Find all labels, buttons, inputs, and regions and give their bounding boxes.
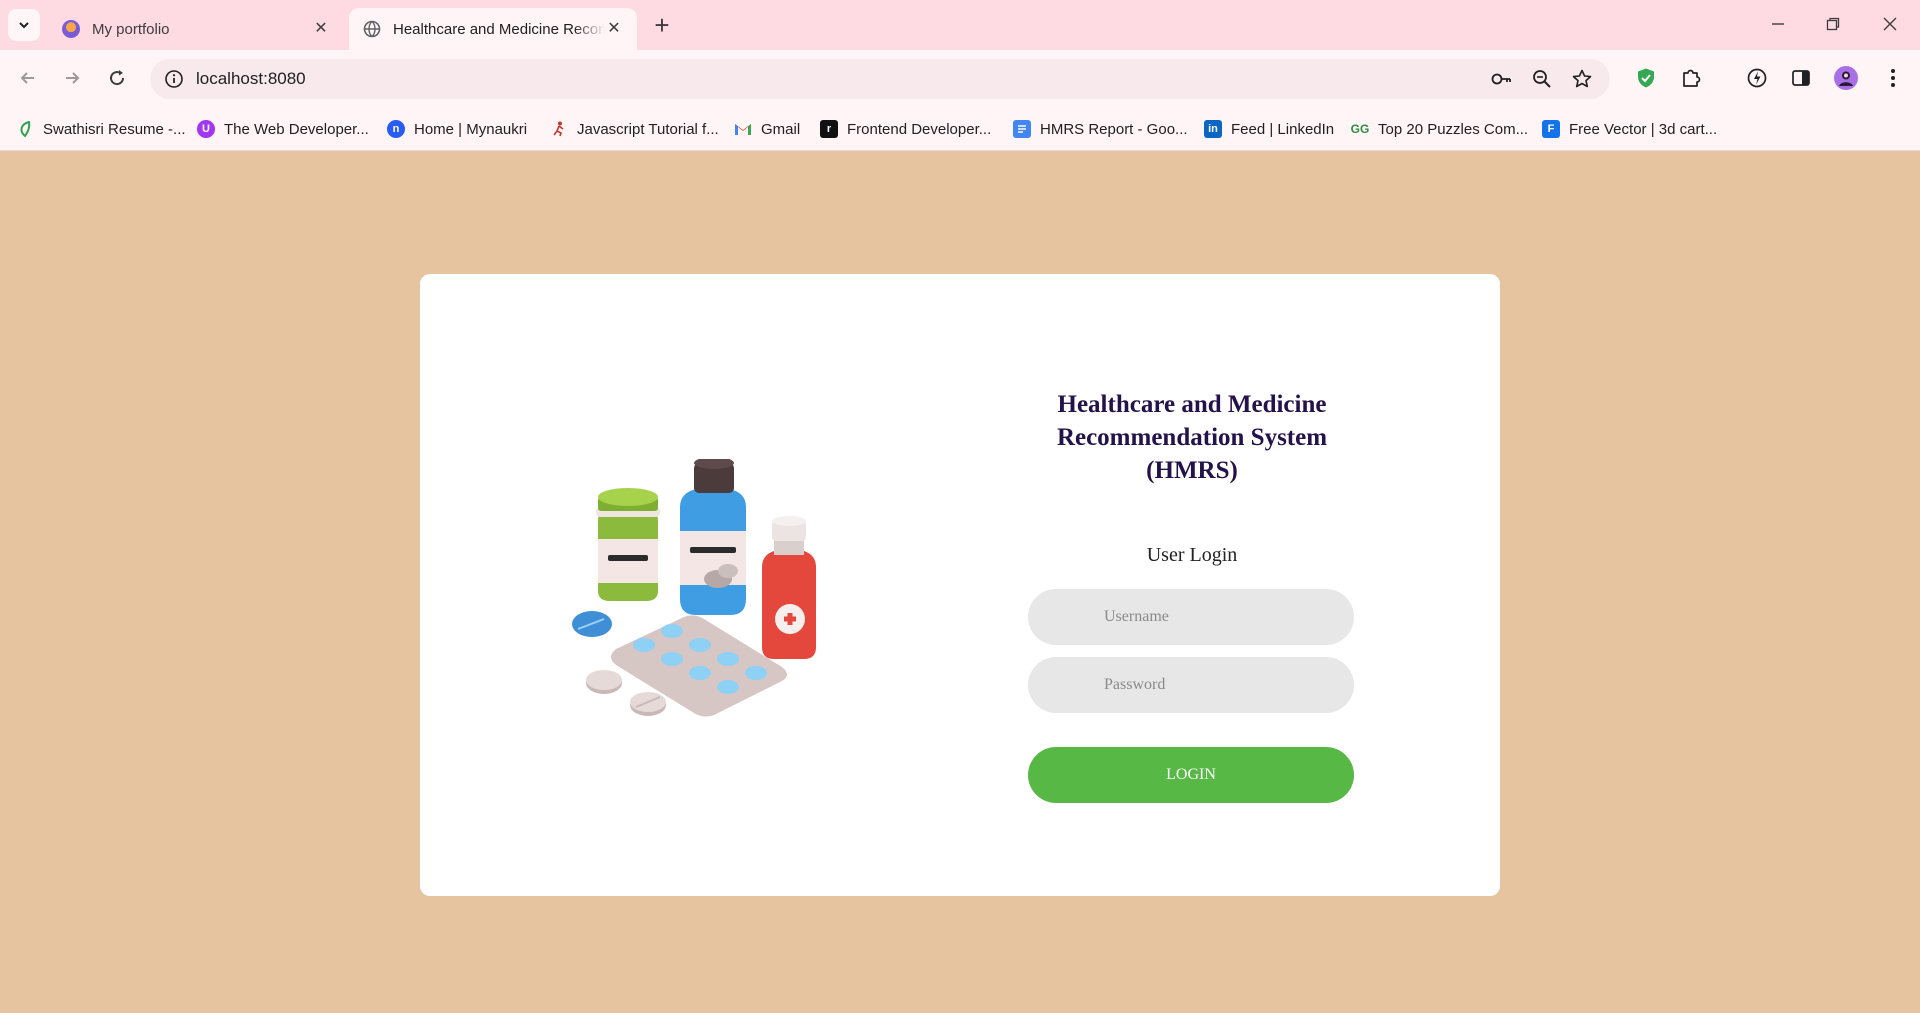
restore-button[interactable]: [1815, 8, 1851, 40]
udemy-icon: U: [197, 120, 215, 138]
tab-title: Healthcare and Medicine Recom: [393, 20, 605, 38]
menu-kebab-icon[interactable]: [1877, 62, 1909, 94]
freepik-icon: F: [1542, 120, 1560, 138]
bookmark-label: Home | Mynaukri: [414, 120, 528, 138]
close-icon: [1883, 17, 1897, 31]
bookmark-item[interactable]: in Feed | LinkedIn: [1204, 118, 1334, 140]
medicine-illustration: [572, 459, 816, 717]
docs-icon: [1013, 120, 1031, 138]
portfolio-favicon-icon: [62, 20, 80, 38]
bookmark-label: The Web Developer...: [224, 120, 369, 138]
gmail-icon: [734, 120, 752, 138]
url-text: localhost:8080: [196, 69, 306, 88]
bookmark-item[interactable]: r Frontend Developer...: [820, 118, 991, 140]
blue-bottle-icon: [680, 459, 746, 615]
bookmark-item[interactable]: U The Web Developer...: [197, 118, 369, 140]
back-button[interactable]: [12, 62, 44, 94]
title-line: Healthcare and Medicine: [1057, 391, 1327, 418]
bookmark-label: Top 20 Puzzles Com...: [1378, 120, 1529, 138]
bookmark-item[interactable]: F Free Vector | 3d cart...: [1542, 118, 1717, 140]
password-key-icon[interactable]: [1489, 67, 1513, 91]
close-tab-icon[interactable]: ✕: [605, 20, 623, 38]
arrow-left-icon: [20, 72, 34, 84]
tab-my-portfolio[interactable]: My portfolio ✕: [48, 8, 344, 50]
bookmark-label: Javascript Tutorial f...: [577, 120, 719, 138]
green-pill-jar-icon: [596, 488, 660, 601]
performance-icon[interactable]: [1741, 62, 1773, 94]
login-form: Healthcare and Medicine Recommendation S…: [1028, 388, 1356, 803]
close-window-button[interactable]: [1872, 8, 1908, 40]
runner-icon: [550, 120, 568, 138]
login-subtitle: User Login: [1146, 544, 1238, 566]
new-tab-button[interactable]: +: [648, 12, 676, 40]
forward-button[interactable]: [56, 62, 88, 94]
bookmark-label: Feed | LinkedIn: [1231, 120, 1335, 138]
tab-search-button[interactable]: [8, 9, 40, 41]
tab-hmrs[interactable]: Healthcare and Medicine Recom ✕: [349, 8, 637, 50]
bookmark-item[interactable]: Gmail: [734, 118, 800, 140]
frontend-icon: r: [820, 120, 838, 138]
bookmarks-bar: Swathisri Resume -... U The Web Develope…: [0, 108, 1920, 151]
bookmark-label: HMRS Report - Goo...: [1040, 120, 1188, 138]
password-field[interactable]: [1028, 657, 1354, 713]
address-bar[interactable]: localhost:8080: [150, 59, 1610, 99]
shield-extension-icon[interactable]: [1630, 62, 1662, 94]
bookmark-label: Swathisri Resume -...: [43, 120, 186, 138]
bookmark-star-icon[interactable]: [1570, 67, 1594, 91]
app-title: Healthcare and Medicine Recommendation S…: [1028, 388, 1356, 487]
page-background: Healthcare and Medicine Recommendation S…: [0, 151, 1920, 1013]
chevron-down-icon: [19, 22, 29, 29]
reload-icon: [110, 70, 125, 86]
bookmark-item[interactable]: Javascript Tutorial f...: [550, 118, 719, 140]
title-line: (HMRS): [1146, 457, 1238, 484]
restore-icon: [1826, 17, 1840, 31]
linkedin-icon: in: [1204, 120, 1222, 138]
minimize-icon: [1772, 23, 1784, 25]
red-medicine-bottle-icon: [762, 516, 816, 659]
bookmark-item[interactable]: HMRS Report - Goo...: [1013, 118, 1188, 140]
close-tab-icon[interactable]: ✕: [312, 20, 330, 38]
tab-title: My portfolio: [92, 20, 170, 38]
login-button[interactable]: LOGIN: [1028, 747, 1354, 803]
bookmark-label: Gmail: [761, 120, 801, 138]
gfg-icon: GG: [1350, 122, 1370, 136]
bookmark-item[interactable]: GG Top 20 Puzzles Com...: [1351, 118, 1528, 140]
bookmark-item[interactable]: Swathisri Resume -...: [16, 118, 186, 140]
title-line: Recommendation System: [1056, 424, 1328, 451]
leaf-icon: [16, 120, 34, 138]
login-card: Healthcare and Medicine Recommendation S…: [420, 274, 1500, 896]
globe-icon: [363, 20, 381, 38]
extensions-puzzle-icon[interactable]: [1675, 62, 1707, 94]
browser-tab-bar: My portfolio ✕ Healthcare and Medicine R…: [0, 0, 1920, 50]
bookmark-item[interactable]: n Home | Mynaukri: [387, 118, 527, 140]
bookmark-label: Frontend Developer...: [847, 120, 992, 138]
username-field[interactable]: [1028, 589, 1354, 645]
browser-toolbar: localhost:8080: [0, 50, 1920, 108]
naukri-icon: n: [387, 120, 405, 138]
arrow-right-icon: [66, 72, 80, 84]
site-info-icon[interactable]: [162, 67, 186, 91]
bookmark-label: Free Vector | 3d cart...: [1569, 120, 1718, 138]
side-panel-icon[interactable]: [1785, 62, 1817, 94]
profile-avatar-icon[interactable]: [1830, 62, 1862, 94]
zoom-icon[interactable]: [1530, 67, 1554, 91]
reload-button[interactable]: [101, 62, 133, 94]
minimize-button[interactable]: [1760, 8, 1796, 40]
